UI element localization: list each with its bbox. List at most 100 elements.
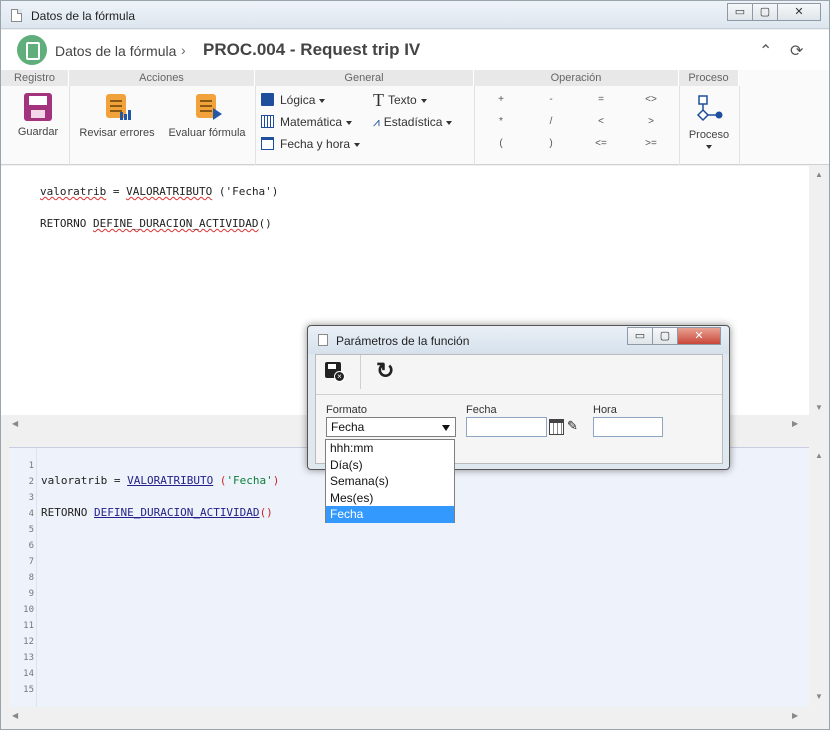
- dialog-window-controls: ▭ ▢ ✕: [627, 327, 721, 345]
- operator-not-equal[interactable]: <>: [639, 94, 663, 105]
- formato-label: Formato: [326, 404, 367, 416]
- paren-token: (): [258, 217, 272, 230]
- operator-less-than[interactable]: <: [589, 116, 613, 127]
- code-line-2: valoratrib = VALORATRIBUTO ('Fecha'): [41, 474, 279, 487]
- formula-line-2: RETORNO DEFINE_DURACION_ACTIVIDAD(): [40, 217, 272, 230]
- minimize-button[interactable]: ▭: [727, 3, 753, 21]
- revisar-errores-button[interactable]: Revisar errores: [76, 92, 158, 139]
- operator-greater-than[interactable]: >: [639, 116, 663, 127]
- clear-brush-icon[interactable]: ✎: [567, 418, 578, 434]
- texto-menu[interactable]: T Texto: [373, 91, 427, 109]
- statistics-icon: ⩘: [373, 115, 380, 129]
- ribbon-toolbar: Registro Acciones General Operación Proc…: [1, 70, 829, 165]
- process-flow-icon: [696, 95, 723, 122]
- refresh-icon[interactable]: ↻: [376, 358, 394, 384]
- formula-logo-icon: [17, 35, 47, 65]
- variable-token: valoratrib: [40, 185, 107, 198]
- save-close-icon[interactable]: ×: [325, 362, 345, 382]
- operator-multiply[interactable]: *: [489, 116, 513, 127]
- estadistica-menu[interactable]: ⩘ Estadística: [373, 113, 453, 131]
- group-operacion: Operación: [474, 70, 679, 86]
- dialog-close-button[interactable]: ✕: [677, 327, 721, 345]
- logica-label: Lógica: [280, 93, 316, 107]
- ribbon-divider: [69, 86, 70, 165]
- scroll-up-icon[interactable]: ▲: [809, 451, 829, 460]
- calendar-icon[interactable]: [549, 419, 564, 435]
- window-title: Datos de la fórmula: [31, 9, 136, 23]
- operator-greater-equal[interactable]: >=: [639, 138, 663, 149]
- chevron-down-icon: [706, 145, 712, 149]
- formato-option[interactable]: Semana(s): [326, 473, 454, 490]
- formato-option[interactable]: hhh:mm: [326, 440, 454, 457]
- evaluar-formula-button[interactable]: Evaluar fórmula: [165, 92, 249, 139]
- breadcrumb-title[interactable]: Datos de la fórmula: [55, 43, 176, 59]
- logica-menu[interactable]: Lógica: [261, 91, 326, 109]
- window-controls: ▭ ▢ ✕: [727, 3, 821, 23]
- code-vertical-scrollbar[interactable]: ▲ ▼: [809, 447, 829, 707]
- chevron-down-icon: [446, 120, 453, 125]
- scroll-down-icon[interactable]: ▼: [809, 403, 829, 412]
- ribbon-divider: [474, 86, 475, 165]
- document-icon: [11, 9, 22, 22]
- argument-token: ('Fecha'): [212, 185, 279, 198]
- operator-open-paren[interactable]: (: [489, 138, 513, 149]
- fecha-input[interactable]: [466, 417, 547, 437]
- line-number: 10: [23, 605, 34, 615]
- line-number: 11: [23, 621, 34, 631]
- matematica-menu[interactable]: Matemática: [261, 113, 353, 131]
- scroll-right-icon[interactable]: ▶: [792, 711, 798, 720]
- close-button[interactable]: ✕: [777, 3, 821, 21]
- fecha-hora-menu[interactable]: Fecha y hora: [261, 135, 361, 153]
- operator-equals[interactable]: =: [589, 94, 613, 105]
- scroll-left-icon[interactable]: ◀: [12, 419, 18, 428]
- formato-option-selected[interactable]: Fecha: [326, 506, 454, 523]
- calendar-icon: [261, 137, 274, 150]
- variable-token: valoratrib =: [41, 474, 128, 487]
- window-titlebar: Datos de la fórmula ▭ ▢ ✕: [1, 1, 829, 29]
- save-icon: [24, 93, 52, 121]
- formato-option[interactable]: Mes(es): [326, 490, 454, 507]
- dialog-maximize-button[interactable]: ▢: [652, 327, 678, 345]
- operator-less-equal[interactable]: <=: [589, 138, 613, 149]
- process-title: PROC.004 - Request trip IV: [203, 40, 421, 59]
- formato-select[interactable]: Fecha: [326, 417, 456, 437]
- scroll-left-icon[interactable]: ◀: [12, 711, 18, 720]
- scroll-up-icon[interactable]: ▲: [809, 170, 829, 179]
- chevron-down-icon: [442, 425, 450, 431]
- refresh-icon[interactable]: ⟳: [790, 41, 803, 61]
- operator-minus[interactable]: -: [539, 94, 563, 105]
- ribbon-divider: [739, 86, 740, 165]
- scroll-down-icon[interactable]: ▼: [809, 692, 829, 701]
- operator-divide[interactable]: /: [539, 116, 563, 127]
- line-number: 13: [23, 653, 34, 663]
- document-icon: [318, 334, 328, 346]
- string-token: 'Fecha': [226, 474, 273, 487]
- scroll-right-icon[interactable]: ▶: [792, 419, 798, 428]
- collapse-icon[interactable]: ⌃: [759, 41, 772, 61]
- return-keyword: RETORNO: [40, 217, 93, 230]
- fecha-label: Fecha: [466, 404, 497, 416]
- formato-option[interactable]: Día(s): [326, 457, 454, 474]
- evaluate-formula-icon: [192, 92, 222, 122]
- maximize-button[interactable]: ▢: [752, 3, 778, 21]
- function-token: DEFINE_DURACION_ACTIVIDAD: [93, 506, 260, 519]
- formato-dropdown-list: hhh:mm Día(s) Semana(s) Mes(es) Fecha: [325, 439, 455, 523]
- operator-close-paren[interactable]: ): [539, 138, 563, 149]
- proceso-button[interactable]: Proceso: [684, 94, 734, 149]
- guardar-button[interactable]: Guardar: [15, 93, 61, 138]
- chevron-down-icon: [354, 142, 361, 147]
- line-number: 6: [28, 541, 34, 551]
- proceso-label: Proceso: [688, 129, 730, 141]
- code-horizontal-scrollbar[interactable]: ◀ ▶: [1, 707, 829, 729]
- dialog-minimize-button[interactable]: ▭: [627, 327, 653, 345]
- line-number: 2: [28, 477, 34, 487]
- toolbar-divider: [360, 355, 361, 389]
- dialog-titlebar: Parámetros de la función ▭ ▢ ✕: [308, 326, 729, 354]
- dialog-title: Parámetros de la función: [336, 334, 470, 348]
- operator-plus[interactable]: +: [489, 94, 513, 105]
- line-number: 14: [23, 669, 34, 679]
- hora-input[interactable]: [593, 417, 663, 437]
- line-number: 9: [28, 589, 34, 599]
- line-number: 7: [28, 557, 34, 567]
- editor-vertical-scrollbar[interactable]: ▲ ▼: [809, 166, 829, 416]
